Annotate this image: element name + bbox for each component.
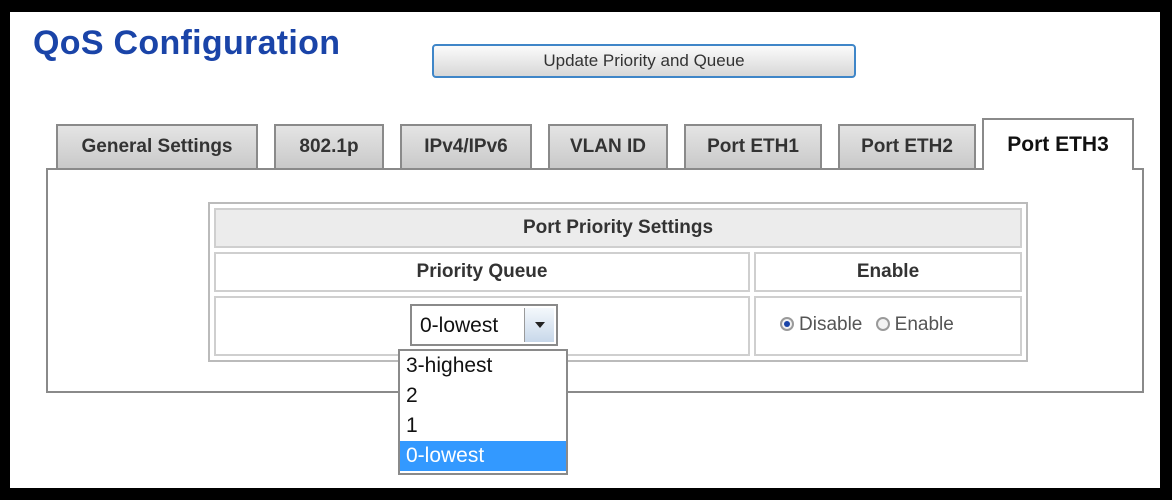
priority-queue-value: 0-lowest bbox=[420, 314, 499, 337]
disable-radio-label[interactable]: Disable bbox=[799, 314, 862, 335]
enable-header: Enable bbox=[754, 252, 1022, 292]
dropdown-option-2[interactable]: 2 bbox=[400, 381, 566, 411]
tab-802-1p[interactable]: 802.1p bbox=[274, 124, 384, 168]
update-priority-queue-button[interactable]: Update Priority and Queue bbox=[432, 44, 856, 78]
tab-ipv4-ipv6[interactable]: IPv4/IPv6 bbox=[400, 124, 532, 168]
page-title: QoS Configuration bbox=[33, 24, 341, 62]
tab-general-settings[interactable]: General Settings bbox=[56, 124, 258, 168]
tab-vlan-id[interactable]: VLAN ID bbox=[548, 124, 668, 168]
enable-cell: Disable Enable bbox=[754, 296, 1022, 356]
disable-radio[interactable] bbox=[780, 317, 794, 331]
enable-radio-group: Disable Enable bbox=[780, 314, 962, 336]
dropdown-option-1[interactable]: 1 bbox=[400, 411, 566, 441]
port-priority-table: Port Priority Settings Priority Queue En… bbox=[208, 202, 1028, 362]
tab-port-eth3[interactable]: Port ETH3 bbox=[982, 118, 1134, 170]
priority-queue-cell: 0-lowest bbox=[214, 296, 750, 356]
priority-queue-dropdown: 3-highest 2 1 0-lowest bbox=[398, 349, 568, 475]
tab-port-eth1[interactable]: Port ETH1 bbox=[684, 124, 822, 168]
priority-queue-header: Priority Queue bbox=[214, 252, 750, 292]
tab-panel: Port Priority Settings Priority Queue En… bbox=[46, 168, 1144, 393]
dropdown-option-0-lowest[interactable]: 0-lowest bbox=[400, 441, 566, 471]
table-title: Port Priority Settings bbox=[214, 208, 1022, 248]
qos-page: QoS Configuration Update Priority and Qu… bbox=[10, 12, 1160, 488]
enable-radio-label[interactable]: Enable bbox=[895, 314, 954, 335]
tab-port-eth2[interactable]: Port ETH2 bbox=[838, 124, 976, 168]
priority-queue-select[interactable]: 0-lowest bbox=[410, 304, 558, 346]
enable-radio[interactable] bbox=[875, 317, 890, 331]
chevron-down-icon[interactable] bbox=[524, 308, 554, 342]
dropdown-option-3-highest[interactable]: 3-highest bbox=[400, 351, 566, 381]
